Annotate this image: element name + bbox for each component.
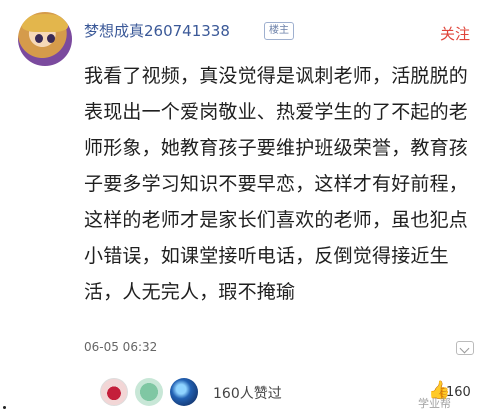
owner-badge: 楼主 <box>264 22 294 40</box>
user-avatar[interactable] <box>18 12 72 66</box>
likes-count[interactable]: 160人赞过 <box>213 383 282 403</box>
post-timestamp: 06-05 06:32 <box>84 340 158 354</box>
liker-avatar[interactable] <box>100 378 128 406</box>
more-options-icon[interactable] <box>456 341 474 355</box>
post-content: 我看了视频，真没觉得是讽刺老师，活脱脱的表现出一个爱岗敬业、热爱学生的了不起的老… <box>84 65 469 303</box>
liker-avatar[interactable] <box>135 378 163 406</box>
username[interactable]: 梦想成真260741338 <box>84 20 230 41</box>
watermark: 学业帮 <box>418 397 451 410</box>
avatar-hair <box>22 14 68 32</box>
avatar-eye <box>35 34 43 43</box>
stray-dot <box>3 406 6 409</box>
follow-button[interactable]: 关注 <box>440 23 470 44</box>
avatar-eye <box>47 34 55 43</box>
liker-avatar[interactable] <box>170 378 198 406</box>
